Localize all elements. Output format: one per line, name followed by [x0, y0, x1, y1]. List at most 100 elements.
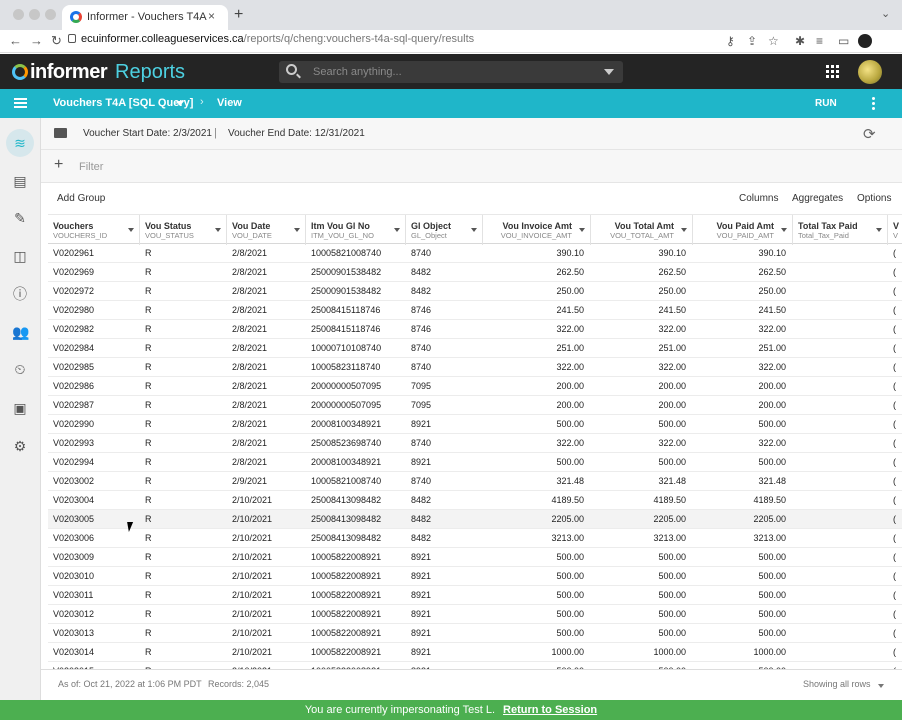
- report-title[interactable]: Vouchers T4A [SQL Query]: [53, 97, 193, 109]
- reload-icon[interactable]: ↻: [51, 33, 62, 49]
- table-cell: R: [145, 324, 152, 334]
- new-tab-icon[interactable]: +: [234, 6, 243, 24]
- params-icon[interactable]: [54, 128, 67, 138]
- table-cell: 10005823118740: [311, 362, 381, 372]
- jobs-icon[interactable]: ⏲: [12, 361, 28, 377]
- window-close-control[interactable]: [13, 9, 24, 20]
- wand-icon[interactable]: ✎: [12, 210, 28, 226]
- refresh-icon[interactable]: ⟳: [863, 125, 876, 143]
- view-tab[interactable]: View: [217, 97, 242, 109]
- table-cell: V0203005: [53, 514, 95, 524]
- column-menu-icon[interactable]: [394, 228, 400, 232]
- table-row[interactable]: V0203002 R 2/9/2021 10005821008740 8740 321.4…: [48, 472, 902, 491]
- table-row[interactable]: V0202985 R 2/8/2021 10005823118740 8740 322.0…: [48, 358, 902, 377]
- table-cell: R: [145, 609, 152, 619]
- showing-rows-dropdown-icon[interactable]: [878, 684, 884, 688]
- table-row[interactable]: V0202993 R 2/8/2021 25008523698740 8740 322.0…: [48, 434, 902, 453]
- table-row[interactable]: V0203014 R 2/10/2021 10005822008921 8921 1000…: [48, 643, 902, 662]
- column-menu-icon[interactable]: [215, 228, 221, 232]
- column-header[interactable]: Itm Vou Gl No ITM_VOU_GL_NO: [306, 215, 406, 245]
- close-tab-icon[interactable]: ×: [208, 9, 215, 23]
- table-row[interactable]: V0202972 R 2/8/2021 25000901538482 8482 250.0…: [48, 282, 902, 301]
- table-cell: (: [893, 381, 896, 391]
- return-to-session-link[interactable]: Return to Session: [503, 704, 597, 716]
- column-menu-icon[interactable]: [579, 228, 585, 232]
- table-row[interactable]: V0202986 R 2/8/2021 20000000507095 7095 200.0…: [48, 377, 902, 396]
- table-row[interactable]: V0203011 R 2/10/2021 10005822008921 8921 500.…: [48, 586, 902, 605]
- table-row[interactable]: V0203004 R 2/10/2021 25008413098482 8482 4189…: [48, 491, 902, 510]
- chat-icon[interactable]: ▣: [12, 400, 28, 416]
- bookmark-star-icon[interactable]: ☆: [768, 34, 779, 48]
- table-row[interactable]: V0203012 R 2/10/2021 10005822008921 8921 500.…: [48, 605, 902, 624]
- run-button[interactable]: RUN: [815, 98, 837, 109]
- reading-list-icon[interactable]: ≡: [816, 34, 823, 48]
- datasource-icon[interactable]: ≋: [6, 129, 34, 157]
- apps-grid-icon[interactable]: [826, 65, 839, 78]
- table-cell: 200.00: [758, 381, 786, 391]
- forward-icon[interactable]: →: [30, 33, 43, 48]
- search-dropdown-icon[interactable]: [604, 69, 614, 75]
- table-cell: 8746: [411, 305, 432, 315]
- table-cell: R: [145, 286, 152, 296]
- column-header[interactable]: Vou Date VOU_DATE: [227, 215, 306, 245]
- side-panel-icon[interactable]: ▭: [838, 34, 849, 48]
- table-row[interactable]: V0202984 R 2/8/2021 10000710108740 8740 251.0…: [48, 339, 902, 358]
- column-menu-icon[interactable]: [781, 228, 787, 232]
- column-menu-icon[interactable]: [294, 228, 300, 232]
- column-header[interactable]: Vou Invoice Amt VOU_INVOICE_AMT: [483, 215, 591, 245]
- user-avatar[interactable]: [858, 60, 882, 84]
- table-row[interactable]: V0202980 R 2/8/2021 25008415118746 8746 241.5…: [48, 301, 902, 320]
- table-row[interactable]: V0202982 R 2/8/2021 25008415118746 8746 322.0…: [48, 320, 902, 339]
- table-row[interactable]: V0202969 R 2/8/2021 25000901538482 8482 262.5…: [48, 263, 902, 282]
- column-menu-icon[interactable]: [876, 228, 882, 232]
- table-row[interactable]: V0202961 R 2/8/2021 10005821008740 8740 390.1…: [48, 244, 902, 263]
- window-minimize-control[interactable]: [29, 9, 40, 20]
- table-row[interactable]: V0203013 R 2/10/2021 10005822008921 8921 500.…: [48, 624, 902, 643]
- column-header[interactable]: Vou Status VOU_STATUS: [140, 215, 227, 245]
- column-header[interactable]: Vou Paid Amt VOU_PAID_AMT: [693, 215, 793, 245]
- options-button[interactable]: Options: [857, 193, 891, 204]
- tab-search-icon[interactable]: ⌄: [881, 7, 890, 20]
- column-header[interactable]: Gl Object GL_Object: [406, 215, 483, 245]
- showing-rows-select[interactable]: Showing all rows: [803, 679, 871, 689]
- column-menu-icon[interactable]: [128, 228, 134, 232]
- table-row[interactable]: V0202990 R 2/8/2021 20008100348921 8921 500.0…: [48, 415, 902, 434]
- dashboard-icon[interactable]: ▤: [12, 173, 28, 189]
- column-header[interactable]: VV: [888, 215, 902, 245]
- aggregates-button[interactable]: Aggregates: [792, 193, 843, 204]
- filter-input[interactable]: Filter: [79, 161, 103, 173]
- book-icon[interactable]: ◫: [12, 248, 28, 264]
- columns-button[interactable]: Columns: [739, 193, 778, 204]
- menu-icon[interactable]: [14, 98, 27, 108]
- key-icon[interactable]: ⚷: [726, 34, 735, 48]
- column-header[interactable]: Vouchers VOUCHERS_ID: [48, 215, 140, 245]
- browser-profile-avatar[interactable]: [858, 34, 872, 48]
- add-filter-icon[interactable]: +: [54, 156, 63, 174]
- column-header[interactable]: Total Tax Paid Total_Tax_Paid: [793, 215, 888, 245]
- more-options-icon[interactable]: [872, 97, 875, 110]
- table-cell: R: [145, 248, 152, 258]
- table-row[interactable]: V0202987 R 2/8/2021 20000000507095 7095 200.0…: [48, 396, 902, 415]
- table-row[interactable]: V0203010 R 2/10/2021 10005822008921 8921 500.…: [48, 567, 902, 586]
- table-row[interactable]: V0202994 R 2/8/2021 20008100348921 8921 500.0…: [48, 453, 902, 472]
- add-group-button[interactable]: Add Group: [57, 193, 105, 204]
- extensions-icon[interactable]: ✱: [795, 34, 805, 48]
- table-row[interactable]: V0203015R2/10/2021100058220089218921500.…: [48, 662, 902, 669]
- column-menu-icon[interactable]: [681, 228, 687, 232]
- table-row[interactable]: V0203005 R 2/10/2021 25008413098482 8482 2205…: [48, 510, 902, 529]
- window-zoom-control[interactable]: [45, 9, 56, 20]
- browser-tab[interactable]: Informer - Vouchers T4A [SQL ×: [62, 5, 228, 30]
- url-field[interactable]: ecuinformer.colleagueservices.ca/reports…: [68, 33, 474, 45]
- table-row[interactable]: V0203006 R 2/10/2021 25008413098482 8482 3213…: [48, 529, 902, 548]
- column-header[interactable]: Vou Total Amt VOU_TOTAL_AMT: [591, 215, 693, 245]
- report-dropdown-icon[interactable]: [176, 101, 184, 106]
- settings-icon[interactable]: ⚙: [12, 438, 28, 454]
- share-icon[interactable]: ⇪: [747, 34, 757, 48]
- table-row[interactable]: V0203009 R 2/10/2021 10005822008921 8921 500.…: [48, 548, 902, 567]
- search-input[interactable]: [313, 64, 593, 80]
- info-icon[interactable]: ⓘ: [12, 286, 28, 302]
- back-icon[interactable]: ←: [9, 33, 22, 48]
- users-icon[interactable]: 👥: [12, 324, 29, 340]
- column-menu-icon[interactable]: [471, 228, 477, 232]
- app-header: informer Reports: [0, 54, 902, 89]
